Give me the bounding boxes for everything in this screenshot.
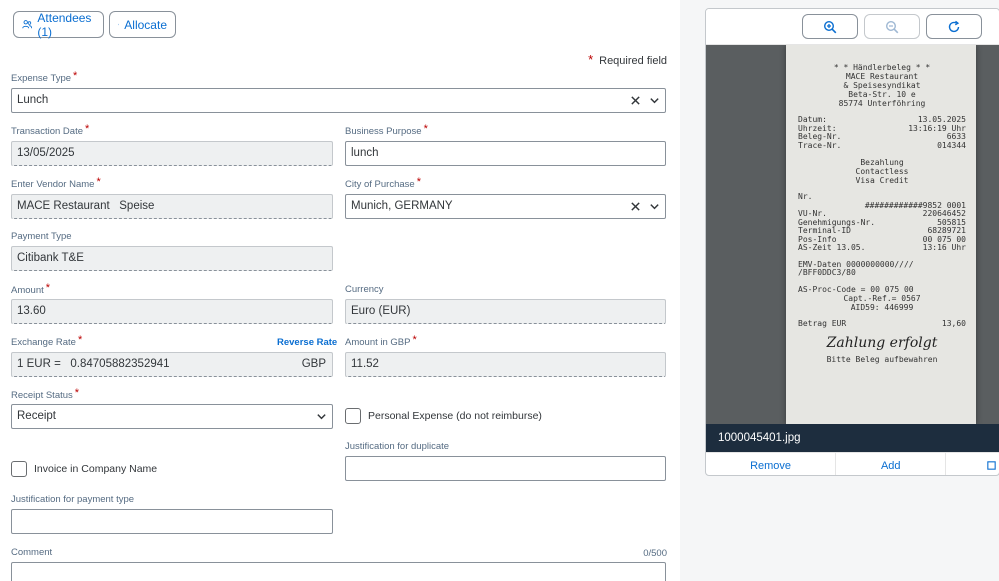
receipt-total: Betrag EUR 13,60 xyxy=(798,319,966,328)
receipt-status-label: Receipt Status * xyxy=(11,387,80,401)
refresh-button[interactable] xyxy=(926,14,982,39)
receipt-status-select[interactable]: Receipt xyxy=(11,404,333,429)
zoom-out-icon xyxy=(885,20,899,33)
amount-label: Amount * xyxy=(11,282,51,296)
allocate-icon: $ xyxy=(118,24,119,26)
justification-duplicate-input[interactable] xyxy=(345,456,666,481)
zoom-in-icon xyxy=(823,20,837,33)
receipt-image[interactable]: * * Händlerbeleg * * MACE Restaurant & S… xyxy=(706,45,999,424)
business-purpose-label: Business Purpose * xyxy=(345,123,428,137)
expense-form-panel: Attendees (1) $ Allocate *Required field… xyxy=(0,0,680,581)
receipt-header-2: MACE Restaurant xyxy=(845,72,919,81)
comment-textarea[interactable] xyxy=(11,562,666,581)
receipt-aid: AID59: 446999 xyxy=(850,303,914,312)
allocate-button[interactable]: $ Allocate xyxy=(109,11,176,38)
receipt-row: AS-Zeit 13.05. 13:16 Uhr xyxy=(798,243,966,252)
exchange-rate-label: Exchange Rate * xyxy=(11,334,83,348)
attachment-file-name: 1000045401.jpg xyxy=(706,424,999,452)
justification-duplicate-label: Justification for duplicate xyxy=(345,441,450,452)
receipt-viewer: * * Händlerbeleg * * MACE Restaurant & S… xyxy=(705,8,999,476)
attendees-button[interactable]: Attendees (1) xyxy=(13,10,104,39)
comment-label: Comment xyxy=(11,547,53,558)
viewer-toolbar xyxy=(706,9,999,45)
people-icon xyxy=(22,20,33,29)
comment-counter: 0/500 xyxy=(643,548,667,559)
expense-type-select[interactable]: Lunch xyxy=(11,88,666,113)
city-of-purchase-label: City of Purchase * xyxy=(345,176,421,190)
vendor-name-field: MACE Restaurant Speise xyxy=(11,194,333,219)
receipt-zahlung: Zahlung erfolgt xyxy=(826,334,938,351)
remove-button[interactable]: Remove xyxy=(706,453,837,475)
zoom-out-button[interactable] xyxy=(864,14,920,39)
business-purpose-input[interactable]: lunch xyxy=(345,141,666,166)
currency-field: Euro (EUR) xyxy=(345,299,666,324)
personal-expense-checkbox[interactable] xyxy=(345,408,361,424)
receipt-payment-1: Bezahlung xyxy=(860,158,904,167)
required-star-icon: * xyxy=(588,52,594,67)
expense-type-label: Expense Type * xyxy=(11,70,78,84)
receipt-payment-2: Contactless xyxy=(855,167,909,176)
amount-in-gbp-label: Amount in GBP * xyxy=(345,334,417,348)
receipt-capt: Capt.-Ref.= 0567 xyxy=(843,294,921,303)
exchange-rate-suffix: GBP xyxy=(301,358,326,370)
exchange-rate-field: 1 EUR = 0.84705882352941 GBP xyxy=(11,352,333,377)
receipt-row: AS-Proc-Code = 00 075 00 xyxy=(798,284,914,294)
city-of-purchase-select[interactable]: Munich, GERMANY xyxy=(345,194,666,219)
receipt-footer: Bitte Beleg aufbewahren xyxy=(826,354,938,364)
allocate-label: Allocate xyxy=(124,17,167,32)
currency-label: Currency xyxy=(345,284,384,295)
clear-icon[interactable] xyxy=(630,95,641,106)
justification-payment-label: Justification for payment type xyxy=(11,494,135,505)
payment-type-label: Payment Type xyxy=(11,231,72,242)
exchange-rate-prefix: 1 EUR = xyxy=(17,358,61,370)
chevron-down-icon[interactable] xyxy=(649,201,660,212)
receipt-paper: * * Händlerbeleg * * MACE Restaurant & S… xyxy=(786,45,976,424)
receipt-header-3: & Speisesyndikat xyxy=(843,81,921,90)
vendor-name-label: Enter Vendor Name * xyxy=(11,176,101,190)
attachment-actions: Remove Add xyxy=(706,452,999,475)
exchange-rate-value: 0.84705882352941 xyxy=(70,358,170,370)
transaction-date-label: Transaction Date * xyxy=(11,123,90,137)
transaction-date-field: 13/05/2025 xyxy=(11,141,333,166)
attendees-label: Attendees (1) xyxy=(37,10,92,39)
reverse-rate-link[interactable]: Reverse Rate xyxy=(277,337,337,348)
expense-type-value: Lunch xyxy=(17,94,49,106)
add-button[interactable]: Add xyxy=(836,453,947,475)
payment-type-field: Citibank T&E xyxy=(11,246,333,271)
invoice-company-label: Invoice in Company Name xyxy=(34,463,158,475)
zoom-in-button[interactable] xyxy=(802,14,858,39)
refresh-icon xyxy=(948,20,960,32)
invoice-company-checkbox[interactable] xyxy=(11,461,27,477)
amount-field: 13.60 xyxy=(11,299,333,324)
justification-payment-input[interactable] xyxy=(11,509,333,534)
receipt-row: Trace-Nr. 014344 xyxy=(798,140,966,150)
required-field-note: * Required field xyxy=(588,52,667,67)
amount-in-gbp-field: 11.52 xyxy=(345,352,666,377)
expand-button[interactable] xyxy=(946,453,999,475)
receipt-row: /BFF0DDC3/80 xyxy=(798,268,856,277)
chevron-down-icon[interactable] xyxy=(316,411,327,422)
personal-expense-label: Personal Expense (do not reimburse) xyxy=(368,410,542,422)
clear-icon[interactable] xyxy=(630,201,641,212)
receipt-header-1: * * Händlerbeleg * * xyxy=(833,63,931,72)
receipt-header-4: Beta-Str. 10 e xyxy=(848,90,916,99)
receipt-payment-3: Visa Credit xyxy=(855,176,909,185)
chevron-down-icon[interactable] xyxy=(649,95,660,106)
expand-icon xyxy=(987,461,996,470)
receipt-header-5: 85774 Unterföhring xyxy=(838,99,926,108)
